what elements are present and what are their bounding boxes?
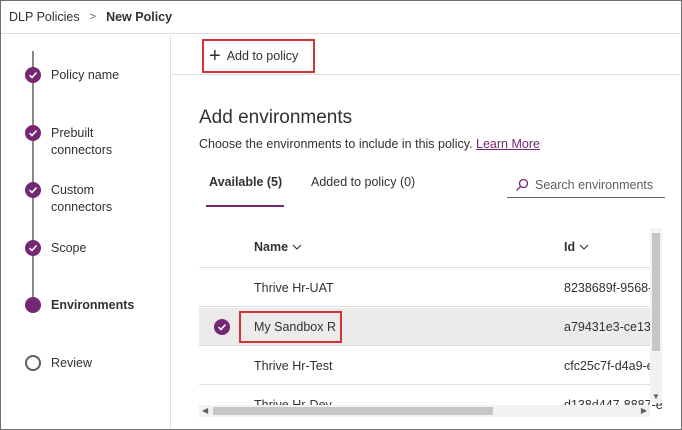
vertical-scrollbar[interactable]: ▼ xyxy=(650,228,662,403)
command-bar: + Add to policy xyxy=(172,35,681,75)
checkmark-icon[interactable] xyxy=(214,319,230,335)
breadcrumb-chevron-icon: > xyxy=(89,11,97,23)
app-window: DLP Policies > New Policy Policy name Pr… xyxy=(0,0,682,430)
tab-active-indicator xyxy=(206,205,284,207)
row-id: 8238689f-9568-e82 xyxy=(564,281,662,295)
horizontal-scroll-thumb[interactable] xyxy=(213,407,493,415)
search-box[interactable]: Search environments xyxy=(507,172,665,198)
learn-more-link[interactable]: Learn More xyxy=(476,137,540,151)
breadcrumb-dlp-policies[interactable]: DLP Policies xyxy=(9,10,80,24)
horizontal-scrollbar[interactable]: ◀ ▶ xyxy=(199,405,650,417)
breadcrumb: DLP Policies > New Policy xyxy=(1,1,681,34)
page-description: Choose the environments to include in th… xyxy=(199,137,540,151)
search-input[interactable]: Search environments xyxy=(535,178,653,192)
scroll-right-icon[interactable]: ▶ xyxy=(641,406,647,415)
description-text: Choose the environments to include in th… xyxy=(199,137,473,151)
step-label: Policy name xyxy=(51,68,120,82)
column-name-label: Name xyxy=(254,240,289,254)
add-to-policy-button[interactable]: + Add to policy xyxy=(202,39,315,73)
column-id-label: Id xyxy=(564,240,576,254)
step-label: Environments xyxy=(51,298,135,312)
checkmark-icon xyxy=(25,182,41,198)
wizard-steps: Policy name Prebuilt connectors Custom c… xyxy=(1,35,171,429)
scroll-left-icon[interactable]: ◀ xyxy=(202,406,208,415)
tab-added-to-policy[interactable]: Added to policy (0) xyxy=(311,175,415,189)
search-icon xyxy=(516,178,529,191)
current-step-icon xyxy=(25,297,41,313)
row-name: Thrive Hr-UAT xyxy=(254,281,334,295)
main-content: + Add to policy Add environments Choose … xyxy=(172,35,681,429)
column-header-id[interactable]: Id xyxy=(564,240,589,254)
breadcrumb-current: New Policy xyxy=(106,10,173,24)
step-label: Scope xyxy=(51,241,87,255)
step-label: Review xyxy=(51,356,92,370)
table-row[interactable]: Thrive Hr-UAT 8238689f-9568-e82 xyxy=(199,269,662,307)
checkmark-icon xyxy=(25,125,41,141)
plus-icon: + xyxy=(209,45,221,67)
row-id: cfc25c7f-d4a9-ed3 xyxy=(564,359,662,373)
row-name: Thrive Hr-Test xyxy=(254,359,333,373)
row-id: a79431e3-ce13-e1 xyxy=(564,320,662,334)
add-to-policy-label: Add to policy xyxy=(226,49,299,63)
page-title: Add environments xyxy=(199,107,353,128)
tab-available[interactable]: Available (5) xyxy=(209,175,282,189)
checkmark-icon xyxy=(25,240,41,256)
wizard-progress-line xyxy=(32,51,34,297)
table-row[interactable]: My Sandbox R a79431e3-ce13-e1 xyxy=(199,308,662,346)
chevron-down-icon xyxy=(292,244,302,250)
scroll-down-icon[interactable]: ▼ xyxy=(652,392,660,401)
pending-step-icon xyxy=(25,355,41,371)
checkmark-icon xyxy=(25,67,41,83)
vertical-scroll-thumb[interactable] xyxy=(652,233,660,351)
column-header-name[interactable]: Name xyxy=(254,240,302,254)
row-name: My Sandbox R xyxy=(254,320,336,334)
environments-table: Name Id Thrive Hr-UAT 8238689f-9568-e82 … xyxy=(199,228,662,420)
table-header: Name Id xyxy=(199,228,662,268)
table-row[interactable]: Thrive Hr-Test cfc25c7f-d4a9-ed3 xyxy=(199,347,662,385)
step-label: Prebuilt connectors xyxy=(51,126,113,157)
step-label: Custom connectors xyxy=(51,183,113,214)
chevron-down-icon xyxy=(579,244,589,250)
